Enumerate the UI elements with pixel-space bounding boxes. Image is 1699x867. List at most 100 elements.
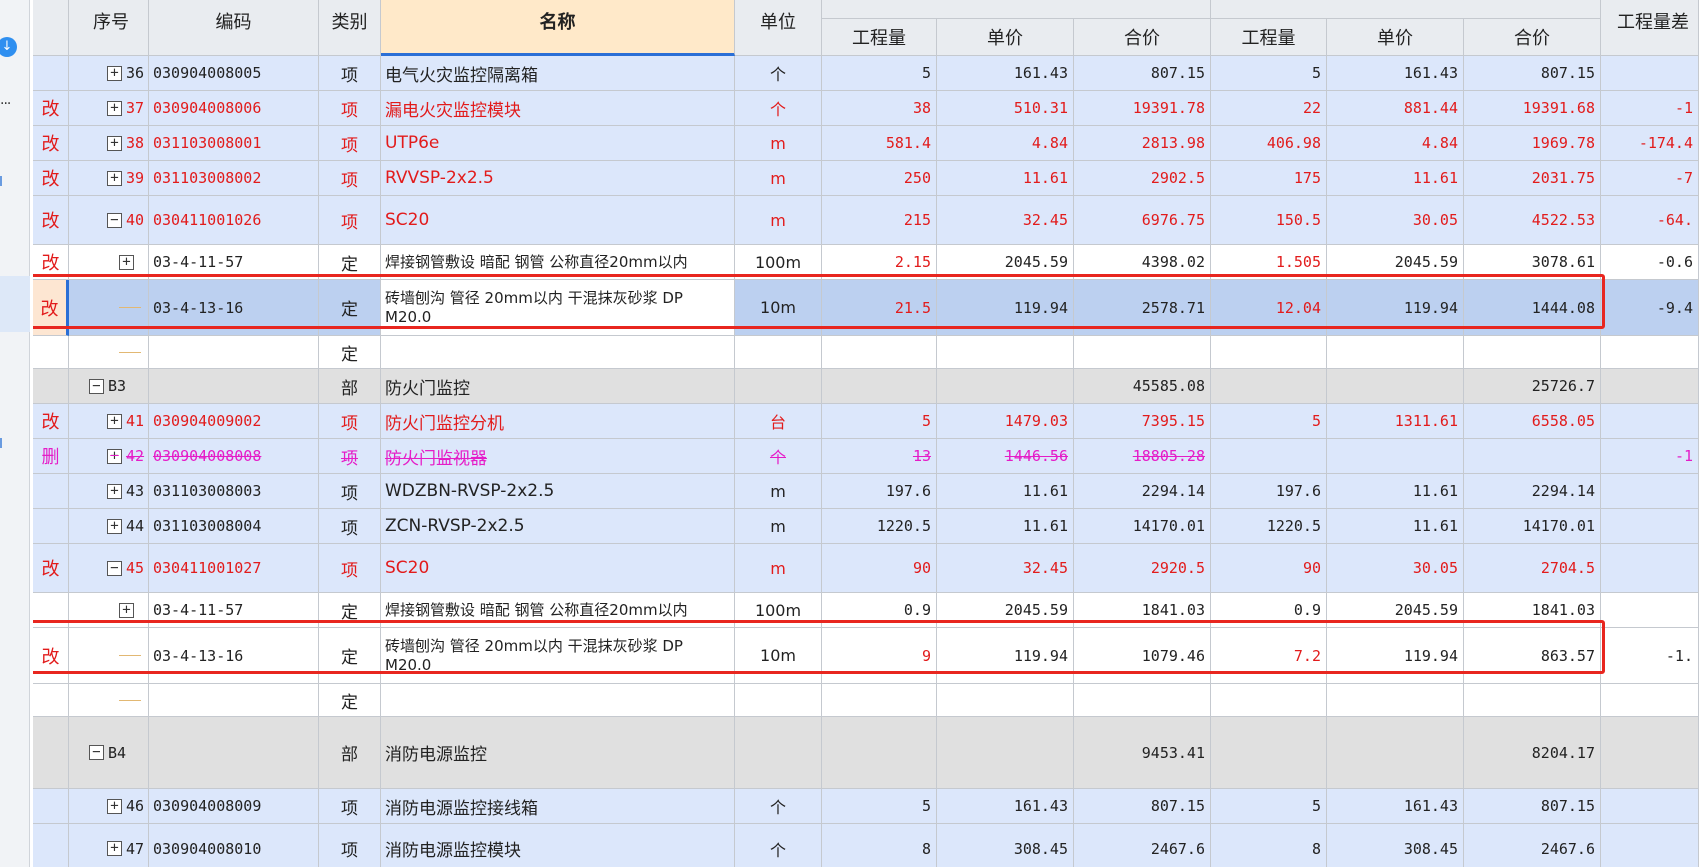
cell-a-qty[interactable]: 9 <box>822 628 937 684</box>
cell-seq[interactable] <box>69 280 149 336</box>
table-row[interactable]: 改 +37 030904008006 项漏电火灾监控模块个 38 510.31 19391.… <box>33 91 1699 126</box>
cell-a-total[interactable]: 2902.5 <box>1074 161 1211 196</box>
header-type[interactable]: 类别 <box>319 0 381 56</box>
cell-b-price[interactable]: 11.61 <box>1327 509 1464 544</box>
table-row[interactable]: 改 +39 031103008002 项 RVVSP-2x2.5 m 250 11.61 290… <box>33 161 1699 196</box>
header-b-total[interactable]: 合价 <box>1464 19 1601 56</box>
cell-a-qty[interactable]: 90 <box>822 544 937 593</box>
cell-unit[interactable]: 个 <box>735 789 822 824</box>
cell-type[interactable]: 项 <box>319 126 381 161</box>
cell-b-qty[interactable]: 90 <box>1211 544 1327 593</box>
expand-icon[interactable]: + <box>107 413 122 429</box>
cell-name[interactable]: 消防电源监控 <box>381 717 735 789</box>
cell-b-qty[interactable]: 22 <box>1211 91 1327 126</box>
cell-flag[interactable]: 改 <box>33 544 69 593</box>
header-unit[interactable]: 单位 <box>735 0 822 56</box>
cell-a-price[interactable]: 161.43 <box>937 56 1074 91</box>
expand-icon[interactable]: + <box>119 254 134 270</box>
cell-b-price[interactable]: 30.05 <box>1327 544 1464 593</box>
cell-diff[interactable]: -174.4 <box>1601 126 1699 161</box>
cell-b-total[interactable]: 19391.68 <box>1464 91 1601 126</box>
cell-b-price[interactable]: 161.43 <box>1327 789 1464 824</box>
cell-a-qty[interactable] <box>822 717 937 789</box>
cell-unit[interactable]: 个 <box>735 91 822 126</box>
header-a-price[interactable]: 单价 <box>937 19 1074 56</box>
cell-diff[interactable] <box>1601 684 1699 717</box>
cell-seq[interactable]: + <box>69 245 149 280</box>
cell-code[interactable]: 030904008005 <box>149 56 319 91</box>
cell-flag[interactable]: 改 <box>33 280 69 336</box>
cell-a-qty[interactable]: 13 <box>822 439 937 474</box>
cell-flag[interactable] <box>33 474 69 509</box>
cell-seq[interactable]: +41 <box>69 404 149 439</box>
cell-b-qty[interactable]: 8 <box>1211 824 1327 867</box>
cell-b-qty[interactable]: 197.6 <box>1211 474 1327 509</box>
cell-b-price[interactable]: 161.43 <box>1327 56 1464 91</box>
cell-b-qty[interactable] <box>1211 369 1327 404</box>
cell-type[interactable]: 定 <box>319 245 381 280</box>
cell-code[interactable]: 03-4-11-57 <box>149 245 319 280</box>
cell-seq[interactable]: +39 <box>69 161 149 196</box>
header-a-total[interactable]: 合价 <box>1074 19 1211 56</box>
collapse-icon[interactable]: − <box>107 212 122 228</box>
cell-type[interactable]: 定 <box>319 628 381 684</box>
cell-b-price[interactable] <box>1327 336 1464 369</box>
cell-diff[interactable] <box>1601 56 1699 91</box>
cell-name[interactable]: 漏电火灾监控模块 <box>381 91 735 126</box>
cell-b-qty[interactable]: 7.2 <box>1211 628 1327 684</box>
cell-b-price[interactable]: 119.94 <box>1327 628 1464 684</box>
cell-diff[interactable]: -9.4 <box>1601 280 1699 336</box>
cell-code[interactable]: 031103008003 <box>149 474 319 509</box>
cell-flag[interactable] <box>33 824 69 867</box>
cell-diff[interactable] <box>1601 544 1699 593</box>
cell-seq[interactable]: +44 <box>69 509 149 544</box>
more-icon[interactable]: ··· <box>0 96 11 112</box>
cell-unit[interactable]: m <box>735 196 822 245</box>
cell-seq[interactable]: +36 <box>69 56 149 91</box>
cell-a-qty[interactable] <box>822 336 937 369</box>
cell-code[interactable]: 030904008009 <box>149 789 319 824</box>
table-row[interactable]: 改 +38 031103008001 项 UTP6e m 581.4 4.84 2813.98 4… <box>33 126 1699 161</box>
table-row[interactable]: +36 030904008005 项电气火灾监控隔离箱个 5 161.43 807.15 5… <box>33 56 1699 91</box>
cell-seq[interactable] <box>69 336 149 369</box>
cell-name[interactable]: ZCN-RVSP-2x2.5 <box>381 509 735 544</box>
expand-icon[interactable]: + <box>107 483 122 499</box>
cell-name[interactable] <box>381 336 735 369</box>
cell-unit[interactable] <box>735 684 822 717</box>
download-icon[interactable]: ↓ <box>0 37 17 57</box>
cell-diff[interactable]: -64. <box>1601 196 1699 245</box>
cell-diff[interactable]: -1 <box>1601 91 1699 126</box>
cell-a-total[interactable]: 807.15 <box>1074 56 1211 91</box>
cell-b-total[interactable] <box>1464 684 1601 717</box>
cell-b-qty[interactable]: 5 <box>1211 789 1327 824</box>
cell-a-total[interactable]: 14170.01 <box>1074 509 1211 544</box>
cell-b-total[interactable]: 863.57 <box>1464 628 1601 684</box>
cell-name[interactable]: 焊接钢管敷设 暗配 钢管 公称直径20mm以内 <box>381 593 735 628</box>
cell-a-total[interactable]: 807.15 <box>1074 789 1211 824</box>
cell-diff[interactable] <box>1601 593 1699 628</box>
cell-flag[interactable]: 改 <box>33 126 69 161</box>
cell-flag[interactable] <box>33 717 69 789</box>
cell-b-qty[interactable]: 0.9 <box>1211 593 1327 628</box>
cell-unit[interactable] <box>735 717 822 789</box>
expand-icon[interactable]: + <box>107 135 122 151</box>
cell-unit[interactable]: m <box>735 161 822 196</box>
cell-code[interactable]: 030904009002 <box>149 404 319 439</box>
expand-icon[interactable]: + <box>107 518 122 534</box>
cell-flag[interactable]: 改 <box>33 196 69 245</box>
cell-b-price[interactable]: 2045.59 <box>1327 593 1464 628</box>
cell-b-qty[interactable] <box>1211 684 1327 717</box>
cell-b-qty[interactable]: 5 <box>1211 56 1327 91</box>
cell-b-qty[interactable]: 12.04 <box>1211 280 1327 336</box>
cell-type[interactable]: 项 <box>319 161 381 196</box>
cell-seq[interactable]: +38 <box>69 126 149 161</box>
cell-flag[interactable] <box>33 369 69 404</box>
expand-icon[interactable]: + <box>119 602 134 618</box>
cell-a-qty[interactable]: 5 <box>822 56 937 91</box>
cell-b-total[interactable]: 14170.01 <box>1464 509 1601 544</box>
cell-b-price[interactable]: 308.45 <box>1327 824 1464 867</box>
cell-flag[interactable] <box>33 509 69 544</box>
cell-unit[interactable]: 10m <box>735 628 822 684</box>
cell-b-total[interactable]: 4522.53 <box>1464 196 1601 245</box>
cell-diff[interactable] <box>1601 336 1699 369</box>
